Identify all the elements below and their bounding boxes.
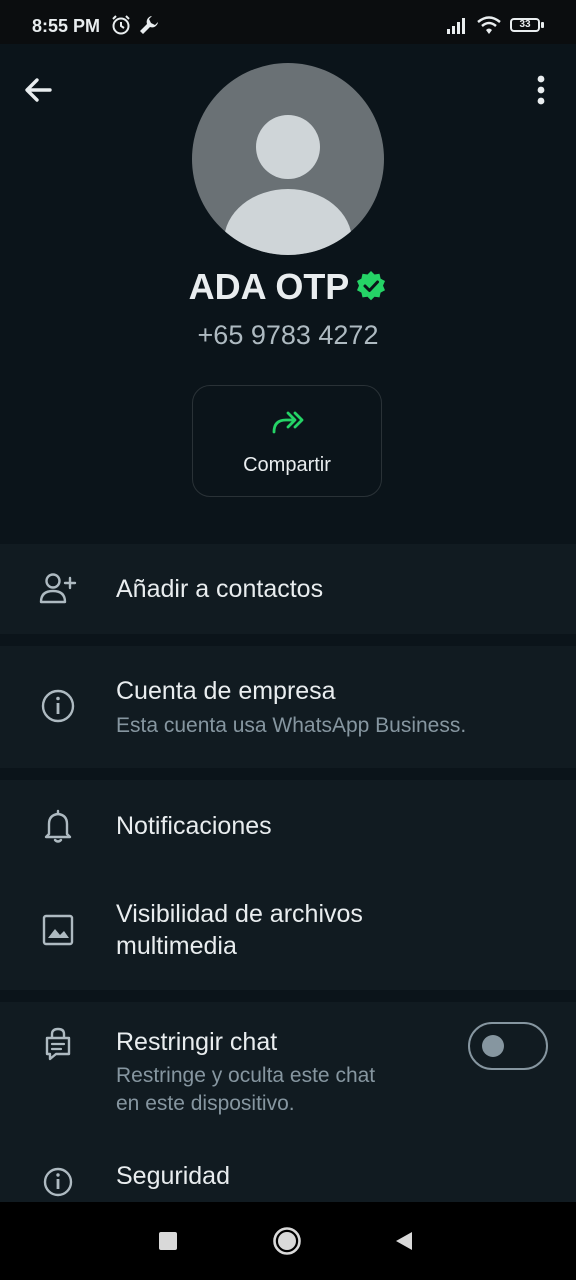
alarm-icon	[112, 15, 130, 35]
security-item[interactable]: Seguridad	[0, 1138, 576, 1202]
notifications-label: Notificaciones	[116, 812, 272, 840]
share-button[interactable]: Compartir	[192, 385, 382, 497]
wrench-icon	[140, 16, 158, 34]
forward-arrow-icon	[272, 411, 304, 434]
restrict-chat-subtitle-line1: Restringe y oculta este chat	[116, 1064, 376, 1087]
system-navigation-bar	[0, 1202, 576, 1280]
signal-icon	[447, 18, 465, 34]
add-person-icon	[39, 573, 77, 604]
lock-chat-icon	[45, 1027, 71, 1061]
business-account-item[interactable]: Cuenta de empresa Esta cuenta usa WhatsA…	[0, 646, 576, 768]
contact-phone: +65 9783 4272	[197, 320, 379, 350]
business-account-title: Cuenta de empresa	[116, 677, 336, 705]
back-nav-icon[interactable]	[393, 1230, 415, 1252]
battery-icon: 33	[510, 18, 540, 32]
restrict-chat-title: Restringir chat	[116, 1028, 278, 1056]
media-visibility-item[interactable]: Visibilidad de archivos multimedia	[0, 872, 576, 990]
back-arrow-icon[interactable]	[20, 72, 56, 108]
default-avatar-icon	[224, 115, 352, 255]
verified-badge-icon	[357, 271, 386, 301]
business-account-subtitle: Esta cuenta usa WhatsApp Business.	[116, 714, 467, 737]
notifications-item[interactable]: Notificaciones	[0, 780, 576, 872]
share-label: Compartir	[243, 454, 331, 476]
home-icon[interactable]	[272, 1226, 302, 1256]
status-time: 8:55 PM	[32, 16, 101, 36]
restrict-chat-toggle[interactable]	[468, 1022, 548, 1070]
add-to-contacts-label: Añadir a contactos	[116, 575, 324, 603]
toggle-knob	[482, 1035, 504, 1057]
bell-icon	[44, 809, 72, 843]
contact-name-row: ADA OTP	[0, 266, 576, 308]
status-bar: 8:55 PM 33	[0, 0, 576, 44]
media-visibility-label-line1: Visibilidad de archivos	[116, 900, 363, 928]
restrict-chat-item[interactable]: Restringir chat Restringe y oculta este …	[0, 1002, 576, 1138]
info-icon	[43, 1167, 73, 1197]
security-title: Seguridad	[116, 1162, 230, 1190]
add-contact-section: Añadir a contactos	[0, 544, 576, 634]
profile-header: ADA OTP +65 9783 4272 Compartir	[0, 44, 576, 530]
add-to-contacts-item[interactable]: Añadir a contactos	[0, 544, 576, 634]
avatar[interactable]	[192, 63, 384, 255]
more-options-icon[interactable]	[526, 72, 556, 108]
privacy-section: Restringir chat Restringe y oculta este …	[0, 1002, 576, 1202]
image-icon	[42, 914, 74, 946]
battery-level: 33	[519, 19, 531, 30]
info-icon	[41, 689, 75, 723]
wifi-icon	[477, 16, 501, 34]
settings-section: Notificaciones Visibilidad de archivos m…	[0, 780, 576, 990]
contact-name: ADA OTP	[188, 266, 350, 307]
business-section: Cuenta de empresa Esta cuenta usa WhatsA…	[0, 646, 576, 768]
restrict-chat-subtitle-line2: en este dispositivo.	[116, 1092, 295, 1115]
recent-apps-icon[interactable]	[157, 1230, 179, 1252]
media-visibility-label-line2: multimedia	[116, 932, 237, 960]
